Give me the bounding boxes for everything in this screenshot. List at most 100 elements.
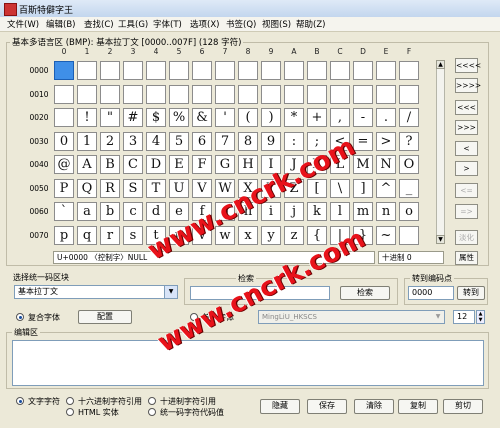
menu-item[interactable]: 帮助(Z) [296, 18, 325, 30]
char-cell[interactable] [261, 85, 281, 104]
output-codepoint-radio[interactable] [148, 408, 156, 416]
char-cell[interactable]: V [192, 179, 212, 198]
char-cell[interactable] [123, 85, 143, 104]
char-cell[interactable] [123, 61, 143, 80]
block-select[interactable]: 基本拉丁文 ▼ [14, 285, 178, 299]
char-cell[interactable]: G [215, 155, 235, 174]
char-cell[interactable]: H [238, 155, 258, 174]
char-cell[interactable]: q [77, 226, 97, 245]
char-cell[interactable]: d [146, 202, 166, 221]
char-cell[interactable]: " [100, 108, 120, 127]
char-cell[interactable]: B [100, 155, 120, 174]
grid-scrollbar[interactable]: ▲ ▼ [436, 60, 445, 244]
nav-button[interactable]: < [455, 141, 478, 156]
char-cell[interactable]: ( [238, 108, 258, 127]
nav-button[interactable]: <<<< [455, 58, 481, 73]
char-cell[interactable]: : [284, 132, 304, 151]
char-cell[interactable]: 7 [215, 132, 235, 151]
char-cell[interactable]: C [123, 155, 143, 174]
char-cell[interactable] [100, 61, 120, 80]
char-cell[interactable]: 2 [100, 132, 120, 151]
char-cell[interactable]: 6 [192, 132, 212, 151]
char-cell[interactable]: > [376, 132, 396, 151]
chevron-down-icon[interactable]: ▼ [164, 286, 177, 298]
nav-button[interactable]: <= [455, 183, 478, 198]
char-cell[interactable] [284, 61, 304, 80]
char-cell[interactable]: 1 [77, 132, 97, 151]
char-cell[interactable] [307, 85, 327, 104]
char-cell[interactable] [146, 85, 166, 104]
char-cell[interactable]: = [353, 132, 373, 151]
nav-button[interactable]: >>> [455, 120, 478, 135]
single-font-select[interactable]: MingLiU_HKSCS ▼ [258, 310, 445, 324]
char-cell[interactable] [100, 85, 120, 104]
cut-button[interactable]: 剪切 [443, 399, 483, 414]
char-cell[interactable]: y [261, 226, 281, 245]
menu-item[interactable]: 选项(X) [190, 18, 219, 30]
char-cell[interactable] [54, 61, 74, 80]
char-cell[interactable] [353, 61, 373, 80]
attributes-button[interactable]: 属性 [455, 251, 478, 265]
char-cell[interactable]: k [307, 202, 327, 221]
char-cell[interactable] [192, 61, 212, 80]
char-cell[interactable]: A [77, 155, 97, 174]
char-cell[interactable]: l [330, 202, 350, 221]
char-cell[interactable] [215, 85, 235, 104]
menu-item[interactable]: 文件(W) [7, 18, 39, 30]
char-cell[interactable]: a [77, 202, 97, 221]
hide-button[interactable]: 隐藏 [260, 399, 300, 414]
goto-button[interactable]: 转到 [457, 286, 485, 300]
menu-item[interactable]: 书签(Q) [226, 18, 256, 30]
save-button[interactable]: 保存 [307, 399, 347, 414]
nav-button[interactable]: 淡化 [455, 230, 478, 245]
char-cell[interactable] [399, 226, 419, 245]
char-cell[interactable]: $ [146, 108, 166, 127]
char-cell[interactable] [376, 61, 396, 80]
char-cell[interactable]: & [192, 108, 212, 127]
char-cell[interactable] [261, 61, 281, 80]
char-cell[interactable]: b [100, 202, 120, 221]
config-button[interactable]: 配置 [78, 310, 132, 324]
char-cell[interactable]: ` [54, 202, 74, 221]
menu-item[interactable]: 编辑(B) [46, 18, 75, 30]
search-button[interactable]: 检索 [340, 286, 390, 300]
char-cell[interactable]: 5 [169, 132, 189, 151]
menu-item[interactable]: 字体(T) [153, 18, 182, 30]
char-cell[interactable]: s [123, 226, 143, 245]
char-cell[interactable]: N [376, 155, 396, 174]
char-cell[interactable]: D [146, 155, 166, 174]
nav-button[interactable]: => [455, 204, 478, 219]
char-cell[interactable]: ^ [376, 179, 396, 198]
scroll-up-button[interactable]: ▲ [436, 60, 445, 69]
char-cell[interactable] [399, 85, 419, 104]
char-cell[interactable]: # [123, 108, 143, 127]
font-size-input[interactable]: 12 [453, 310, 475, 324]
char-cell[interactable]: @ [54, 155, 74, 174]
output-hex-radio[interactable] [66, 397, 74, 405]
char-cell[interactable]: T [146, 179, 166, 198]
char-cell[interactable]: j [284, 202, 304, 221]
char-cell[interactable]: S [123, 179, 143, 198]
char-cell[interactable]: E [169, 155, 189, 174]
char-cell[interactable]: _ [399, 179, 419, 198]
char-cell[interactable]: z [284, 226, 304, 245]
char-cell[interactable]: F [192, 155, 212, 174]
char-cell[interactable] [169, 61, 189, 80]
char-cell[interactable] [146, 61, 166, 80]
chevron-down-icon[interactable]: ▼ [432, 311, 444, 323]
char-cell[interactable]: . [376, 108, 396, 127]
char-cell[interactable] [284, 85, 304, 104]
font-size-stepper[interactable]: ▲ ▼ [476, 310, 485, 324]
scroll-down-button[interactable]: ▼ [436, 235, 445, 244]
char-cell[interactable] [54, 85, 74, 104]
char-cell[interactable]: ? [399, 132, 419, 151]
output-html-radio[interactable] [66, 408, 74, 416]
char-cell[interactable] [54, 108, 74, 127]
char-cell[interactable]: P [54, 179, 74, 198]
char-cell[interactable]: U [169, 179, 189, 198]
char-cell[interactable]: ) [261, 108, 281, 127]
char-cell[interactable] [192, 85, 212, 104]
char-cell[interactable]: - [353, 108, 373, 127]
char-cell[interactable] [77, 61, 97, 80]
char-cell[interactable]: n [376, 202, 396, 221]
